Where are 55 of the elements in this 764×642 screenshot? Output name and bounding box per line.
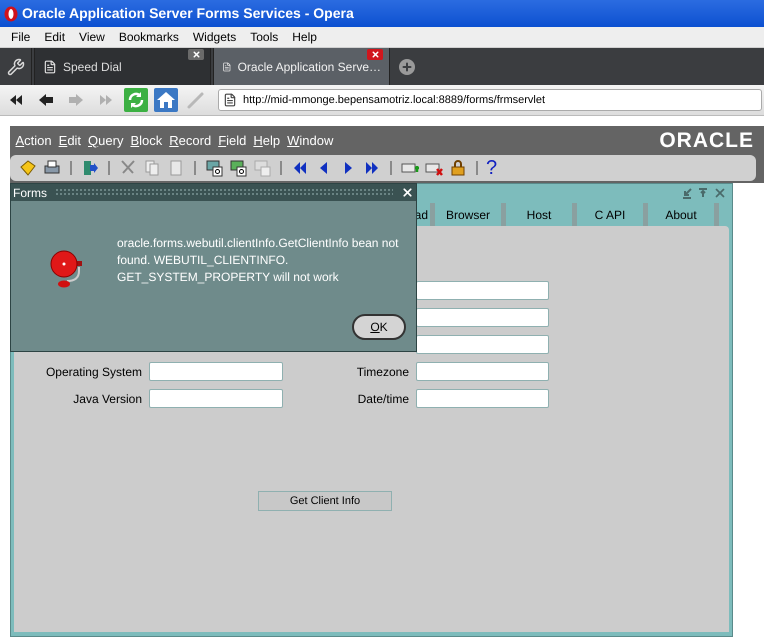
new-tab-button[interactable] <box>399 58 415 74</box>
menu-item[interactable]: Help <box>250 130 284 150</box>
tools-icon <box>6 58 24 76</box>
address-field[interactable]: http://mid-mmonge.bepensamotriz.local:8889/forms/frmservlet <box>218 89 762 111</box>
menu-item[interactable]: Record <box>166 130 215 150</box>
input-field[interactable] <box>416 335 549 354</box>
reload-icon[interactable] <box>124 88 148 112</box>
home-icon[interactable] <box>154 88 178 112</box>
menu-item[interactable]: Field <box>214 130 250 150</box>
dialog-title: Forms <box>13 184 47 202</box>
app-icon <box>4 6 18 22</box>
menu-item[interactable]: Bookmarks <box>114 28 184 46</box>
input-field[interactable] <box>416 281 549 300</box>
menu-item[interactable]: Edit <box>39 28 70 46</box>
page-icon <box>43 60 57 74</box>
input-field[interactable] <box>149 389 283 408</box>
close-icon[interactable] <box>401 186 414 199</box>
field-label: Java Version <box>72 390 142 408</box>
rewind-icon[interactable] <box>9 94 23 106</box>
window-title: Oracle Application Server Forms Services - Opera <box>22 4 354 23</box>
menu-item[interactable]: Edit <box>55 130 85 150</box>
close-icon[interactable] <box>367 49 383 60</box>
query-icon[interactable] <box>228 158 248 178</box>
close-icon[interactable] <box>188 49 204 60</box>
maximize-icon[interactable] <box>697 186 709 198</box>
input-field[interactable] <box>416 308 549 327</box>
menu-item[interactable]: Widgets <box>188 28 242 46</box>
page-tab[interactable]: Oracle Application Serve… <box>213 48 390 85</box>
menu-item[interactable]: View <box>74 28 110 46</box>
help-icon[interactable]: ? <box>486 158 498 178</box>
minimize-icon[interactable] <box>681 186 693 198</box>
input-field[interactable] <box>416 389 549 408</box>
back-icon[interactable] <box>38 93 54 107</box>
bell-icon <box>49 249 85 289</box>
menu-item[interactable]: Window <box>284 130 337 150</box>
get-client-info-button[interactable]: Get Client Info <box>258 491 392 512</box>
menu-item[interactable]: File <box>6 28 36 46</box>
menu-item[interactable]: Tools <box>245 28 284 46</box>
page-tab[interactable]: Speed Dial <box>34 48 211 85</box>
menu-item[interactable]: Action <box>12 130 56 150</box>
alert-message: oracle.forms.webutil.clientInfo.GetClientInfo bean not found. WEBUTIL_CLIENTINFO. GET_SYSTEM_PROPERTY will not work <box>117 235 400 286</box>
input-field[interactable] <box>149 362 283 381</box>
query-icon[interactable] <box>204 158 224 178</box>
page-icon <box>222 60 232 74</box>
menu-item[interactable]: Help <box>287 28 322 46</box>
input-field[interactable] <box>416 362 549 381</box>
page-icon <box>223 93 237 107</box>
field-label: Date/time <box>358 390 409 408</box>
field-label: Timezone <box>356 364 409 380</box>
oracle-logo: ORACLE <box>659 128 754 154</box>
plus-icon <box>401 60 413 72</box>
ok-button[interactable]: OK <box>352 314 406 340</box>
menu-item[interactable]: Block <box>126 130 166 150</box>
menu-item[interactable]: Query <box>84 130 127 150</box>
field-label: Operating System <box>44 364 142 380</box>
